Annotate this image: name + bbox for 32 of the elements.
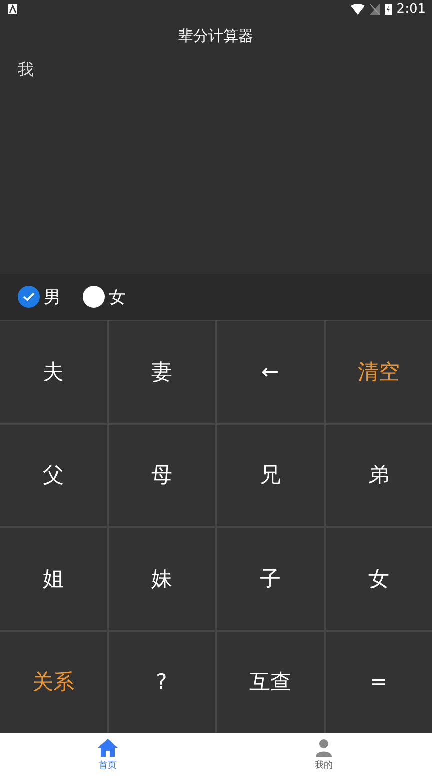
app-title: 辈分计算器 (178, 26, 254, 47)
keypad-key[interactable]: 姐 (0, 528, 106, 630)
keypad-key[interactable]: 互查 (217, 632, 324, 733)
keypad-key[interactable]: ← (217, 321, 324, 422)
keypad-key[interactable]: 兄 (217, 424, 324, 526)
check-icon (23, 292, 35, 302)
keypad-key[interactable]: 子 (217, 528, 324, 630)
keypad-key[interactable]: 父 (0, 424, 106, 526)
person-icon (314, 738, 334, 758)
keypad-key[interactable]: ? (108, 632, 215, 733)
no-signal-icon (370, 4, 380, 14)
keypad-key[interactable]: 妹 (108, 528, 215, 630)
keypad-key[interactable]: 妻 (108, 321, 215, 422)
nav-tab[interactable]: 我的 (216, 733, 432, 776)
nav-tab[interactable]: 首页 (0, 733, 216, 776)
status-time: 2:01 (396, 2, 426, 16)
home-icon (97, 738, 119, 758)
keypad-key[interactable]: 女 (326, 528, 432, 630)
battery-charging-icon (384, 3, 392, 15)
keypad-key[interactable]: 夫 (0, 321, 106, 422)
radio-button[interactable] (83, 286, 105, 308)
keypad-key[interactable]: 关系 (0, 632, 106, 733)
radio-label[interactable]: 女 (109, 286, 126, 308)
keypad-key[interactable]: 母 (108, 424, 215, 526)
radio-button[interactable] (18, 286, 40, 308)
notification-icon (8, 4, 18, 14)
expression-text: 我 (18, 60, 34, 79)
wifi-icon (350, 4, 365, 14)
keypad-key[interactable]: = (326, 632, 432, 733)
radio-label[interactable]: 男 (44, 286, 61, 308)
keypad-key[interactable]: 清空 (326, 321, 432, 422)
keypad-key[interactable]: 弟 (326, 424, 432, 526)
